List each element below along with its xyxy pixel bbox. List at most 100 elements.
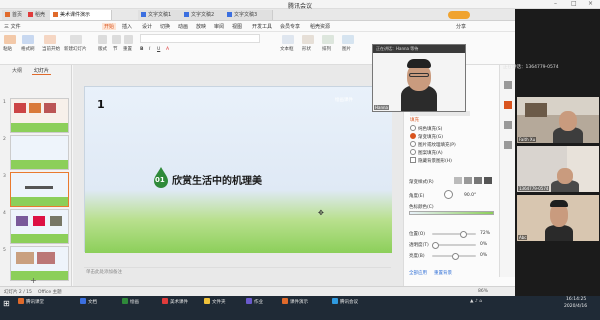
video-gallery: 正在讲话：1364779-0574 Faith Xu 1364779-0574 … (503, 9, 600, 296)
slide-thumb-3[interactable] (10, 172, 69, 207)
thumb-image (16, 252, 34, 264)
presenter-speaking-text: 正在讲话：Hanna 等待 (376, 46, 419, 51)
slide-thumb-5[interactable] (10, 246, 69, 281)
arrange-icon[interactable] (322, 35, 334, 44)
slide-title[interactable]: 欣赏生活中的机理美 (172, 172, 262, 187)
gradient-style-swatch[interactable] (454, 177, 462, 184)
thumb-image (44, 103, 56, 113)
brightness-slider-knob[interactable] (452, 253, 459, 260)
slide-thumb-4[interactable] (10, 209, 69, 244)
section-icon[interactable] (112, 35, 121, 44)
taskbar-item-2[interactable]: 文档 (78, 298, 99, 308)
app-icon (80, 298, 86, 304)
taskbar-item-8[interactable]: 腾讯会议 (330, 298, 360, 308)
angle-value[interactable]: 90.0° (464, 193, 476, 198)
slide-thumb-1[interactable] (10, 98, 69, 133)
fill-icon[interactable] (504, 101, 512, 109)
vip-badge[interactable] (448, 11, 470, 19)
reset-icon[interactable] (124, 35, 133, 44)
tab-slides[interactable]: 幻灯片 (32, 67, 52, 75)
position-slider[interactable] (432, 233, 476, 235)
tab-doc-1[interactable]: 文字文稿1 (138, 10, 187, 20)
clock-time[interactable]: 16:14:25 (566, 297, 586, 302)
font-color-icon[interactable]: A (166, 47, 169, 52)
italic-icon[interactable]: I (149, 47, 150, 52)
properties-icon[interactable] (504, 141, 512, 149)
slide-thumb-2[interactable] (10, 135, 69, 170)
select-icon[interactable] (504, 81, 512, 89)
new-slide-icon[interactable] (70, 35, 82, 44)
thumb-green-band (11, 160, 68, 169)
menu-slideshow[interactable]: 放映 (196, 23, 206, 30)
hide-bg-graphics-option[interactable]: 隐藏背景图形(H) (410, 157, 452, 164)
menu-review[interactable]: 审阅 (214, 23, 224, 30)
menu-design[interactable]: 设计 (142, 23, 152, 30)
participant-video-1[interactable]: Faith Xu (517, 97, 599, 143)
textbox-icon[interactable] (282, 35, 294, 44)
menu-docer[interactable]: 稻壳资源 (310, 23, 330, 30)
gradient-stop-bar[interactable] (409, 211, 494, 215)
position-value[interactable]: 72% (480, 231, 490, 236)
windows-start-icon[interactable]: ⊞ (3, 299, 10, 308)
notes-area[interactable]: 单击此处添加备注 (84, 267, 391, 276)
fill-picture-option[interactable]: 图片或纹理填充(P) (410, 141, 456, 148)
gradient-style-swatch[interactable] (464, 177, 472, 184)
menu-file[interactable]: 三 文件 (4, 23, 21, 30)
shape-icon[interactable] (302, 35, 314, 44)
thumb-image (37, 252, 55, 264)
gallery-speaking-text: 正在讲话：1364779-0574 (503, 65, 559, 70)
tray-icons[interactable]: ▲ ♪ ⌂ (470, 299, 482, 304)
taskbar-item-3[interactable]: 绘画 (120, 298, 141, 308)
presenter-video[interactable]: 正在讲话：Hanna 等待 Hanna (372, 44, 466, 112)
animation-icon[interactable] (504, 121, 512, 129)
slide[interactable]: 绘画课件 (84, 86, 392, 253)
gradient-style-swatch[interactable] (474, 177, 482, 184)
menu-insert[interactable]: 插入 (122, 23, 132, 30)
bold-icon[interactable]: B (140, 47, 143, 52)
menu-devtools[interactable]: 开发工具 (252, 23, 272, 30)
menu-view[interactable]: 视图 (232, 23, 242, 30)
menu-vip[interactable]: 会员专享 (280, 23, 300, 30)
fill-gradient-option[interactable]: 渐变填充(G) (410, 133, 443, 140)
apply-all-button[interactable]: 全部应用 (409, 270, 427, 276)
font-selector[interactable] (140, 34, 260, 43)
position-slider-knob[interactable] (460, 231, 467, 238)
share-button[interactable]: 分享 (456, 23, 466, 30)
tab-doc-3[interactable]: 文字文稿3 (224, 10, 273, 20)
taskbar-item-1[interactable]: 腾讯课堂 (16, 298, 46, 308)
slide-number-4: 4 (3, 211, 6, 216)
brightness-value[interactable]: 0% (480, 253, 487, 258)
taskbar-item-4[interactable]: 美术课件 (160, 298, 190, 308)
minimize-icon[interactable]: – (554, 0, 557, 7)
format-painter-icon[interactable] (22, 35, 34, 44)
reset-background-button[interactable]: 重置背景 (434, 270, 452, 276)
transparency-value[interactable]: 0% (480, 242, 487, 247)
taskbar-item-7[interactable]: 课件演示 (280, 298, 310, 308)
participant-video-3[interactable]: Abc (517, 195, 599, 241)
tab-outline[interactable]: 大纲 (10, 67, 24, 74)
home-icon (5, 12, 10, 17)
taskbar-item-6[interactable]: 作业 (244, 298, 265, 308)
clock-date[interactable]: 2020/4/16 (564, 304, 587, 309)
gradient-style-swatch[interactable] (484, 177, 492, 184)
picture-icon[interactable] (342, 35, 354, 44)
participant-video-2[interactable]: 1364779-0574 (517, 146, 599, 192)
paste-icon[interactable] (4, 35, 16, 44)
angle-dial[interactable] (444, 190, 453, 199)
transparency-slider-knob[interactable] (432, 242, 439, 249)
menu-home[interactable]: 开始 (102, 23, 117, 30)
status-zoom[interactable]: 86% (478, 289, 488, 294)
taskbar-item-5[interactable]: 文件夹 (202, 298, 228, 308)
menu-animation[interactable]: 动画 (178, 23, 188, 30)
maximize-icon[interactable]: □ (571, 0, 577, 7)
play-current-icon[interactable] (44, 35, 56, 44)
close-icon[interactable]: × (588, 0, 593, 7)
tab-doc-2[interactable]: 文字文稿2 (181, 10, 230, 20)
add-slide-icon[interactable]: + (30, 276, 37, 285)
fill-solid-option[interactable]: 纯色填充(S) (410, 125, 442, 132)
fill-pattern-option[interactable]: 图案填充(A) (410, 149, 443, 156)
underline-icon[interactable]: U (157, 47, 160, 52)
menu-transition[interactable]: 切换 (160, 23, 170, 30)
layout-icon[interactable] (98, 35, 107, 44)
tab-presentation[interactable]: 美术课件演示 (50, 10, 112, 20)
